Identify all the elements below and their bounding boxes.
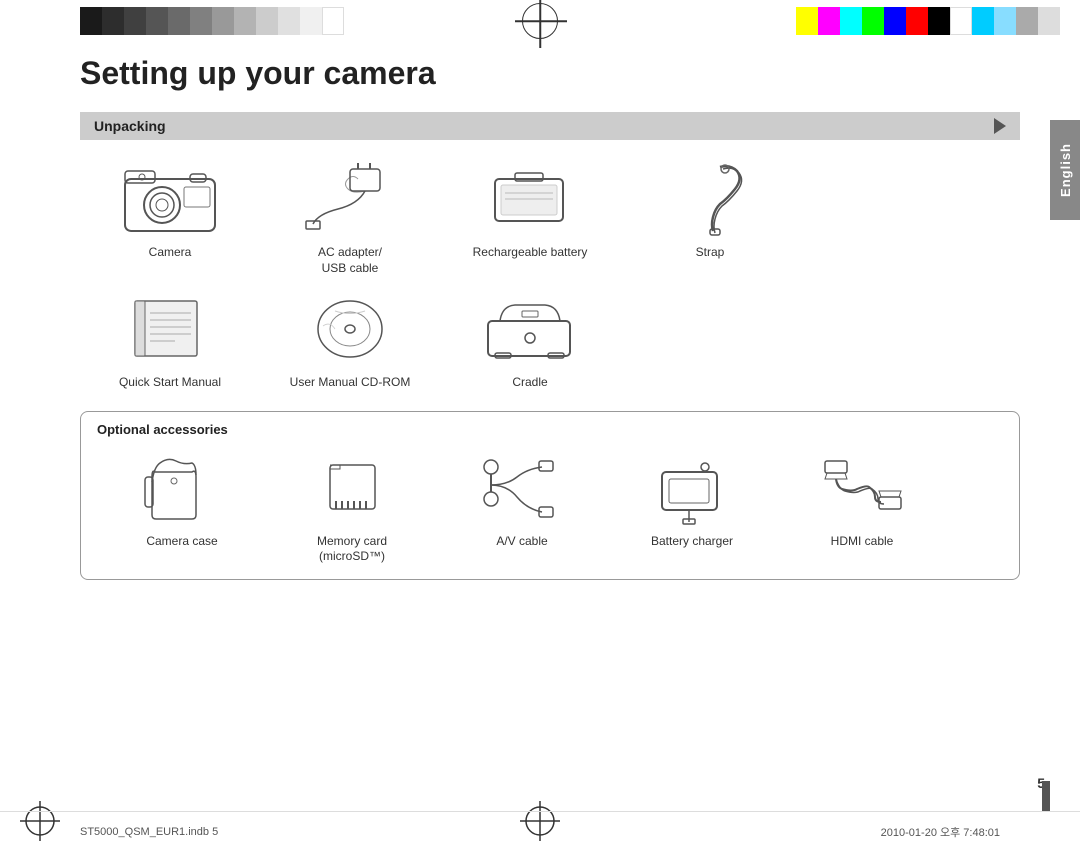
color-strip-left	[80, 7, 344, 35]
cd-rom-label: User Manual CD-ROM	[290, 375, 411, 391]
top-color-bar	[0, 0, 1080, 42]
memory-card-label: Memory card(microSD™)	[317, 534, 387, 565]
cd-rom-icon	[295, 286, 405, 371]
item-battery: Rechargeable battery	[440, 156, 620, 261]
color-swatch	[796, 7, 818, 35]
item-av-cable: A/V cable	[437, 445, 607, 550]
item-quick-manual: Quick Start Manual	[80, 286, 260, 391]
item-cd-rom: User Manual CD-ROM	[260, 286, 440, 391]
arrow-icon	[994, 118, 1006, 134]
item-ac-adapter: AC adapter/USB cable	[260, 156, 440, 276]
item-strap: Strap	[620, 156, 800, 261]
optional-title: Optional accessories	[97, 422, 1003, 437]
color-swatch	[884, 7, 906, 35]
color-swatch	[1016, 7, 1038, 35]
av-cable-label: A/V cable	[496, 534, 547, 550]
crosshair-top	[520, 0, 560, 42]
strap-icon	[655, 156, 765, 241]
hdmi-cable-icon	[807, 445, 917, 530]
color-strip-right	[796, 7, 1060, 35]
item-hdmi-cable: HDMI cable	[777, 445, 947, 550]
strap-label: Strap	[696, 245, 725, 261]
color-swatch	[212, 7, 234, 35]
optional-items-row: Camera case	[97, 445, 1003, 565]
av-cable-icon	[467, 445, 577, 530]
page-number-bar	[1042, 781, 1050, 811]
color-swatch	[950, 7, 972, 35]
ac-adapter-icon	[295, 156, 405, 241]
quick-manual-icon	[115, 286, 225, 371]
item-battery-charger: Battery charger	[607, 445, 777, 550]
color-swatch	[994, 7, 1016, 35]
quick-manual-label: Quick Start Manual	[119, 375, 221, 391]
footer-right: 2010-01-20 오후 7:48:01	[881, 824, 1000, 840]
item-camera-case: Camera case	[97, 445, 267, 550]
color-swatch	[300, 7, 322, 35]
optional-accessories-section: Optional accessories Camera	[80, 411, 1020, 580]
item-cradle: Cradle	[440, 286, 620, 391]
unpacking-title: Unpacking	[94, 118, 166, 134]
color-swatch	[862, 7, 884, 35]
color-swatch	[256, 7, 278, 35]
battery-charger-icon	[637, 445, 747, 530]
color-swatch	[840, 7, 862, 35]
color-swatch	[146, 7, 168, 35]
unpacking-header: Unpacking	[80, 112, 1020, 140]
page-title: Setting up your camera	[80, 55, 1020, 92]
color-swatch	[278, 7, 300, 35]
color-swatch	[168, 7, 190, 35]
hdmi-cable-label: HDMI cable	[831, 534, 894, 550]
camera-label: Camera	[149, 245, 192, 261]
color-swatch	[972, 7, 994, 35]
camera-icon	[115, 156, 225, 241]
memory-card-icon	[297, 445, 407, 530]
color-swatch	[124, 7, 146, 35]
color-swatch	[818, 7, 840, 35]
camera-case-icon	[127, 445, 237, 530]
color-swatch	[190, 7, 212, 35]
ac-adapter-label: AC adapter/USB cable	[318, 245, 382, 276]
language-tab: English	[1050, 120, 1080, 220]
color-swatch	[928, 7, 950, 35]
footer: ST5000_QSM_EUR1.indb 5 2010-01-20 오후 7:4…	[0, 811, 1080, 851]
main-content: Setting up your camera Unpacking	[80, 55, 1020, 796]
cradle-icon	[475, 286, 585, 371]
battery-label: Rechargeable battery	[473, 245, 588, 261]
camera-case-label: Camera case	[146, 534, 217, 550]
color-swatch	[322, 7, 344, 35]
language-label: English	[1058, 143, 1073, 197]
footer-left: ST5000_QSM_EUR1.indb 5	[80, 826, 218, 838]
color-swatch	[906, 7, 928, 35]
unpacking-row-2: Quick Start Manual	[80, 286, 1020, 391]
battery-charger-label: Battery charger	[651, 534, 733, 550]
unpacking-row-1: Camera	[80, 156, 1020, 276]
color-swatch	[1038, 7, 1060, 35]
item-camera: Camera	[80, 156, 260, 261]
color-swatch	[102, 7, 124, 35]
cradle-label: Cradle	[512, 375, 547, 391]
color-swatch	[234, 7, 256, 35]
color-swatch	[80, 7, 102, 35]
unpacking-items: Camera	[80, 156, 1020, 391]
item-memory-card: Memory card(microSD™)	[267, 445, 437, 565]
battery-icon	[475, 156, 585, 241]
